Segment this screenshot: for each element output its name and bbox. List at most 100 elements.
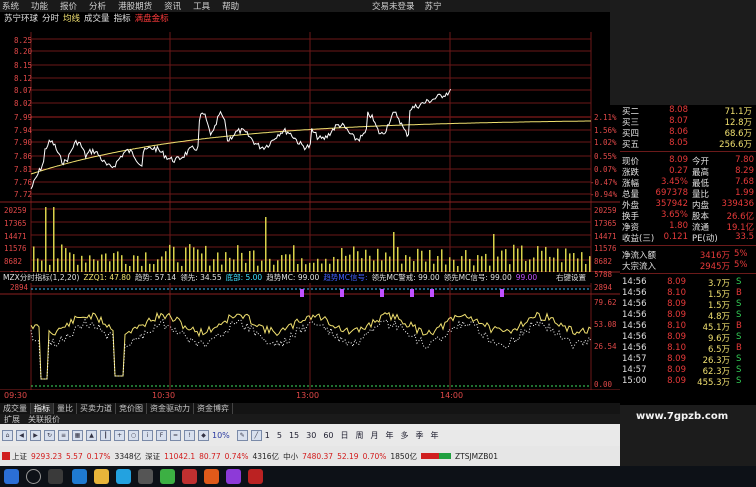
toolbar-kline-icon[interactable]: ┃	[100, 429, 111, 441]
period-year[interactable]: 年	[386, 430, 394, 441]
toolbar-f10-icon[interactable]: F	[156, 429, 167, 441]
tab-volume[interactable]: 成交量	[84, 12, 110, 24]
volume-bar	[313, 262, 315, 272]
indicator-settings[interactable]: 右键设置	[556, 272, 586, 283]
sh-index-change: 5.57	[66, 451, 83, 461]
toolbar-search-icon[interactable]: ○	[128, 429, 139, 441]
menu-news[interactable]: 资讯	[162, 0, 181, 12]
volume-bar	[409, 256, 411, 272]
period-1m[interactable]: 1	[265, 431, 270, 440]
app-orange-icon[interactable]	[204, 469, 219, 484]
tab-fund-drive[interactable]: 资金驱动力	[147, 403, 194, 414]
order-book-row: 买三 8.07 12.8万	[620, 116, 756, 128]
search-icon[interactable]	[26, 469, 41, 484]
toolbar-news-icon[interactable]: i	[142, 429, 153, 441]
toolbar-percent[interactable]: 10%	[212, 431, 230, 440]
tab-indicator[interactable]: 指标	[114, 12, 131, 24]
start-icon[interactable]	[4, 469, 19, 484]
price-tick: 7.99	[14, 113, 33, 122]
stat-row: 外盘 357942 内盘 339436	[620, 199, 756, 211]
sz-index-label[interactable]: 深证	[145, 451, 160, 462]
tab-buy-sell-force[interactable]: 买卖力道	[77, 403, 116, 414]
period-day[interactable]: 日	[341, 430, 349, 441]
period-multi[interactable]: 多	[401, 430, 409, 441]
period-60m[interactable]: 60	[323, 431, 333, 440]
stat-row: 收益(三) 0.121 PE(动) 33.5	[620, 232, 756, 244]
toolbar: ⌂ ◀ ▶ ↻ ≡ ▦ ▲ ┃ + ○ i F = ! ◆ 10% ✎ ╱ 1 …	[0, 424, 620, 446]
app-red-icon[interactable]	[182, 469, 197, 484]
toolbar-line-icon[interactable]: ╱	[250, 429, 262, 441]
tab-volume-bottom[interactable]: 成交量	[0, 403, 31, 414]
toolbar-back-icon[interactable]: ◀	[16, 429, 27, 441]
tab-extension[interactable]: 扩展	[0, 414, 24, 425]
volume-bar	[185, 247, 187, 272]
volume-tick: 5788	[594, 270, 613, 279]
flow-pct: 5%	[734, 260, 748, 270]
tick-direction: S	[736, 365, 742, 375]
period-annual[interactable]: 年	[431, 430, 439, 441]
period-30m[interactable]: 30	[306, 431, 316, 440]
zx-index-label[interactable]: 中小	[283, 451, 298, 462]
trade-login-status[interactable]: 交易未登录	[372, 0, 415, 12]
indicator-highlight[interactable]: 满盘金标	[135, 12, 169, 24]
volume-bar	[269, 258, 271, 272]
period-15m[interactable]: 15	[289, 431, 299, 440]
toolbar-refresh-icon[interactable]: ↻	[44, 429, 55, 441]
toolbar-calc-icon[interactable]: =	[170, 429, 181, 441]
tab-timeshare[interactable]: 分时	[42, 12, 59, 24]
sh-index-label[interactable]: 上证	[12, 451, 27, 462]
toolbar-forward-icon[interactable]: ▶	[30, 429, 41, 441]
menu-help[interactable]: 帮助	[220, 0, 239, 12]
menu-hk-futures[interactable]: 港股期货	[116, 0, 152, 12]
app-purple-icon[interactable]	[226, 469, 241, 484]
tick-direction: S	[736, 277, 742, 287]
browser-icon[interactable]	[72, 469, 87, 484]
toolbar-draw-icon[interactable]: ✎	[236, 429, 248, 441]
app-green-icon[interactable]	[160, 469, 175, 484]
stock-app-icon[interactable]	[248, 469, 263, 484]
tick-row: 14:57 8.09 26.3万 S	[620, 354, 756, 366]
tab-indicator-bottom[interactable]: 指标	[31, 403, 54, 414]
order-book-row: 买二 8.08 71.1万	[620, 105, 756, 117]
toolbar-zoom-icon[interactable]: +	[114, 429, 125, 441]
volume-bar	[281, 255, 283, 272]
edge-icon[interactable]	[116, 469, 131, 484]
intraday-chart[interactable]	[0, 24, 620, 390]
taskbar	[0, 466, 756, 487]
toolbar-list-icon[interactable]: ≡	[58, 429, 69, 441]
period-week[interactable]: 周	[356, 430, 364, 441]
volume-bar	[481, 256, 483, 272]
signal-marker	[380, 289, 384, 297]
tab-auction[interactable]: 竞价图	[116, 403, 147, 414]
period-month[interactable]: 月	[371, 430, 379, 441]
menu-system[interactable]: 系统	[0, 0, 19, 12]
status-bar: 上证 9293.23 5.57 0.17% 3348亿 深证 11042.1 8…	[0, 446, 620, 466]
flow-pct: 5%	[734, 249, 748, 259]
tab-related-quote[interactable]: 关联报价	[24, 414, 64, 425]
toolbar-home-icon[interactable]: ⌂	[2, 429, 13, 441]
period-season[interactable]: 季	[416, 430, 424, 441]
menu-analysis[interactable]: 分析	[87, 0, 106, 12]
store-icon[interactable]	[138, 469, 153, 484]
menu-function[interactable]: 功能	[29, 0, 48, 12]
toolbar-chart-icon[interactable]: ▲	[86, 429, 97, 441]
task-view-icon[interactable]	[48, 469, 63, 484]
toolbar-alert-icon[interactable]: !	[184, 429, 195, 441]
toolbar-grid-icon[interactable]: ▦	[72, 429, 83, 441]
tab-fund-game[interactable]: 资金博弈	[194, 403, 233, 414]
toolbar-sector-icon[interactable]: ◆	[198, 429, 209, 441]
flow-row: 净流入额 3416万 5%	[620, 249, 756, 261]
tick-price: 8.09	[667, 299, 686, 309]
tab-volume-ratio[interactable]: 量比	[54, 403, 77, 414]
volume-bar	[589, 256, 591, 272]
tick-time: 14:56	[622, 310, 647, 320]
menu-quote[interactable]: 报价	[58, 0, 77, 12]
indicator-name[interactable]: MZX分时指标(1,2,20)	[3, 272, 79, 283]
folder-icon[interactable]	[94, 469, 109, 484]
volume-tick: 20259	[594, 206, 617, 215]
period-5m[interactable]: 5	[277, 431, 282, 440]
tick-time: 14:56	[622, 299, 647, 309]
tick-price: 8.10	[667, 288, 686, 298]
tab-avg-line[interactable]: 均线	[63, 12, 80, 24]
menu-tools[interactable]: 工具	[191, 0, 210, 12]
